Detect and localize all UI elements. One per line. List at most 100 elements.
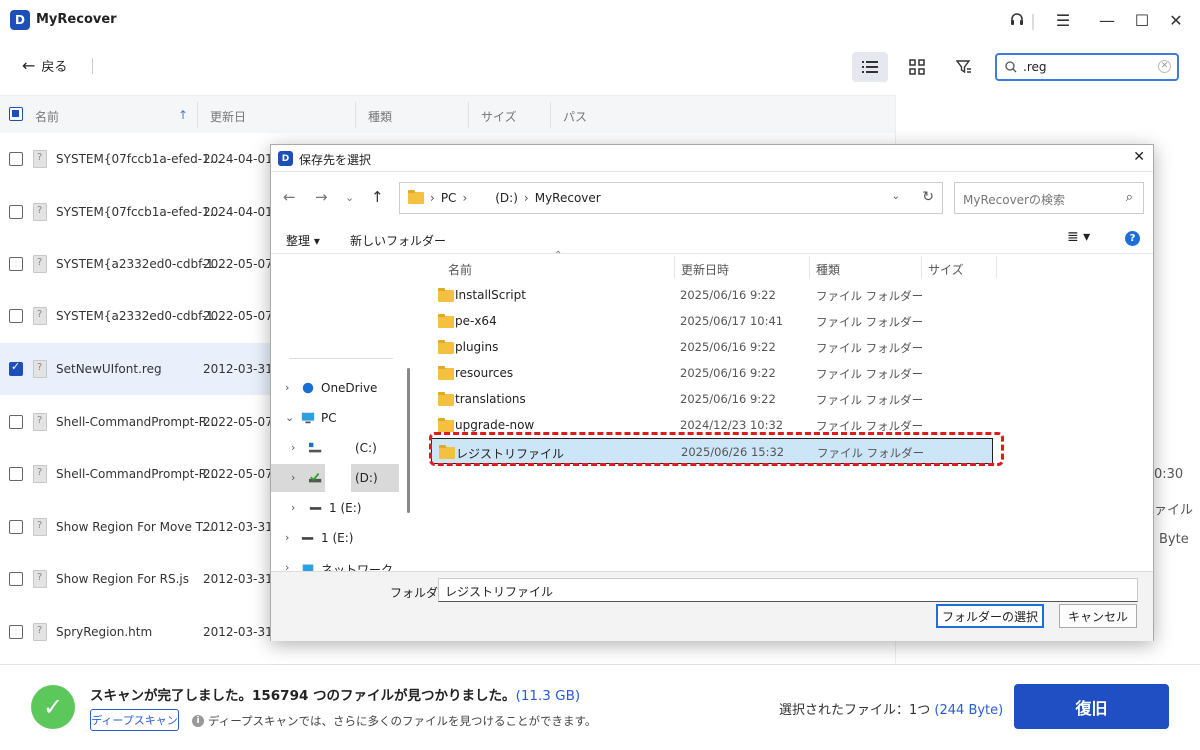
folder-icon xyxy=(438,340,454,354)
maximize-icon[interactable]: ☐ xyxy=(1129,8,1155,32)
deep-scan-button[interactable]: ディープスキャン xyxy=(90,709,179,731)
folder-row[interactable]: translations 2025/06/16 9:22 ファイル フォルダー xyxy=(431,386,993,412)
row-checkbox[interactable] xyxy=(9,415,23,429)
folder-icon xyxy=(438,314,454,328)
list-view-button[interactable] xyxy=(852,52,888,82)
nav-item-drive-c[interactable]: › (C:) xyxy=(271,434,399,462)
menu-icon[interactable]: ☰ xyxy=(1050,8,1076,32)
search-input[interactable]: .reg ✕ xyxy=(995,53,1179,81)
col-path[interactable]: パス xyxy=(563,108,587,125)
col-size[interactable]: サイズ xyxy=(481,108,517,125)
row-checkbox[interactable] xyxy=(9,572,23,586)
col-date[interactable]: 更新日 xyxy=(210,108,246,125)
expand-arrow-icon[interactable]: › xyxy=(291,501,295,514)
clear-search-icon[interactable]: ✕ xyxy=(1158,60,1171,73)
folder-row[interactable]: plugins 2025/06/16 9:22 ファイル フォルダー xyxy=(431,334,993,360)
col-name[interactable]: 名前 xyxy=(35,108,59,125)
close-icon[interactable]: ✕ xyxy=(1163,8,1189,32)
expand-arrow-icon[interactable]: › xyxy=(285,561,289,571)
row-checkbox[interactable] xyxy=(9,205,23,219)
back-button[interactable]: ← 戻る xyxy=(22,56,67,75)
expand-arrow-icon[interactable]: › xyxy=(285,531,289,544)
breadcrumb-pc[interactable]: PC xyxy=(441,191,457,205)
organize-menu[interactable]: 整理 ▾ xyxy=(286,232,320,249)
dialog-close-icon[interactable]: ✕ xyxy=(1133,149,1145,165)
titlebar-divider: | xyxy=(1030,10,1036,30)
preview-size: Byte xyxy=(1159,532,1189,547)
address-dropdown-icon[interactable]: ⌄ xyxy=(892,191,900,202)
select-folder-button[interactable]: フォルダーの選択 xyxy=(936,604,1044,628)
row-checkbox[interactable] xyxy=(9,257,23,271)
nav-up-icon[interactable]: ↑ xyxy=(371,188,384,206)
folder-icon xyxy=(438,366,454,380)
col-divider xyxy=(355,102,356,128)
nav-divider xyxy=(289,358,393,359)
dialog-search-input[interactable]: MyRecoverの検索 ⌕ xyxy=(954,182,1144,214)
file-name: SpryRegion.htm xyxy=(56,625,153,639)
folder-date: 2024/12/23 10:32 xyxy=(680,418,784,432)
col-type[interactable]: 種類 xyxy=(368,108,392,125)
folder-row[interactable]: resources 2025/06/16 9:22 ファイル フォルダー xyxy=(431,360,993,386)
help-icon[interactable]: ? xyxy=(1125,231,1140,246)
cancel-button[interactable]: キャンセル xyxy=(1059,604,1137,628)
redacted-label-area xyxy=(325,464,351,492)
file-name: Shell-CommandPrompt-R... xyxy=(56,415,219,429)
refresh-icon[interactable]: ↻ xyxy=(922,189,934,205)
file-icon xyxy=(33,413,47,431)
file-icon xyxy=(33,623,47,641)
row-checkbox[interactable] xyxy=(9,152,23,166)
breadcrumb-separator-icon: › xyxy=(462,191,468,205)
nav-item-network[interactable]: › ネットワーク xyxy=(271,554,399,571)
filter-button[interactable] xyxy=(946,52,982,82)
recover-button[interactable]: 復旧 xyxy=(1014,684,1169,729)
file-date: 2022-05-07 20 xyxy=(203,309,273,323)
toolbar-divider xyxy=(92,58,93,74)
col-size[interactable]: サイズ xyxy=(928,261,964,278)
folder-name-input[interactable]: レジストリファイル xyxy=(438,578,1138,602)
nav-item-onedrive[interactable]: › OneDrive xyxy=(271,374,399,402)
folder-row[interactable]: InstallScript 2025/06/16 9:22 ファイル フォルダー xyxy=(431,282,993,308)
folder-row[interactable]: pe-x64 2025/06/17 10:41 ファイル フォルダー xyxy=(431,308,993,334)
recent-locations-icon[interactable]: ⌄ xyxy=(345,191,354,204)
expand-arrow-icon[interactable]: › xyxy=(291,471,295,484)
sort-asc-icon[interactable]: ↑ xyxy=(178,108,188,122)
row-checkbox[interactable] xyxy=(9,625,23,639)
nav-item-pc[interactable]: ⌄ PC xyxy=(271,404,399,432)
nav-back-icon[interactable]: ← xyxy=(283,188,296,206)
nav-item-drive-e[interactable]: › 1 (E:) xyxy=(271,524,399,552)
folder-icon xyxy=(438,392,454,406)
selected-label: 選択されたファイル：1つ xyxy=(779,703,931,718)
info-text: ディープスキャンでは、さらに多くのファイルを見つけることができます。 xyxy=(208,714,597,728)
folder-list-pane: ⌃ 名前 更新日時 種類 サイズ InstallScript 2025/06/1… xyxy=(415,250,1153,571)
folder-date: 2025/06/16 9:22 xyxy=(680,340,776,354)
command-bar: 整理 ▾ 新しいフォルダー ≣ ▾ xyxy=(271,224,1153,254)
breadcrumb-folder[interactable]: MyRecover xyxy=(535,191,601,205)
col-modified[interactable]: 更新日時 xyxy=(681,261,729,278)
row-checkbox[interactable] xyxy=(9,467,23,481)
col-name[interactable]: 名前 xyxy=(448,261,472,278)
row-checkbox[interactable] xyxy=(9,360,23,376)
new-folder-button[interactable]: 新しいフォルダー xyxy=(350,232,446,249)
nav-scrollbar[interactable] xyxy=(407,368,410,513)
address-bar[interactable]: › PC › (D:) › MyRecover ⌄ ↻ xyxy=(399,182,943,214)
nav-forward-icon[interactable]: → xyxy=(315,188,328,206)
nav-item-drive-e[interactable]: › 1 (E:) xyxy=(271,494,399,522)
file-icon xyxy=(33,307,47,325)
nav-item-label: 1 (E:) xyxy=(329,501,362,515)
row-checkbox[interactable] xyxy=(9,309,23,323)
file-name: Show Region For Move T... xyxy=(56,520,213,534)
minimize-icon[interactable]: — xyxy=(1094,8,1120,32)
scan-size: (11.3 GB) xyxy=(515,688,581,704)
nav-item-drive-d[interactable]: › (D:) xyxy=(271,464,399,492)
expand-arrow-icon[interactable]: › xyxy=(285,381,289,394)
row-checkbox[interactable] xyxy=(9,520,23,534)
select-folder-dialog: D 保存先を選択 ✕ ← → ⌄ ↑ › PC › (D:) › MyRecov… xyxy=(270,144,1154,641)
headset-icon[interactable] xyxy=(1004,8,1030,32)
col-type[interactable]: 種類 xyxy=(816,261,840,278)
grid-view-button[interactable] xyxy=(899,52,935,82)
view-options-icon[interactable]: ≣ ▾ xyxy=(1067,229,1090,245)
expand-arrow-icon[interactable]: › xyxy=(291,441,295,454)
breadcrumb-drive[interactable]: (D:) xyxy=(495,191,518,205)
collapse-arrow-icon[interactable]: ⌄ xyxy=(285,411,294,424)
select-all-checkbox[interactable] xyxy=(9,107,23,121)
